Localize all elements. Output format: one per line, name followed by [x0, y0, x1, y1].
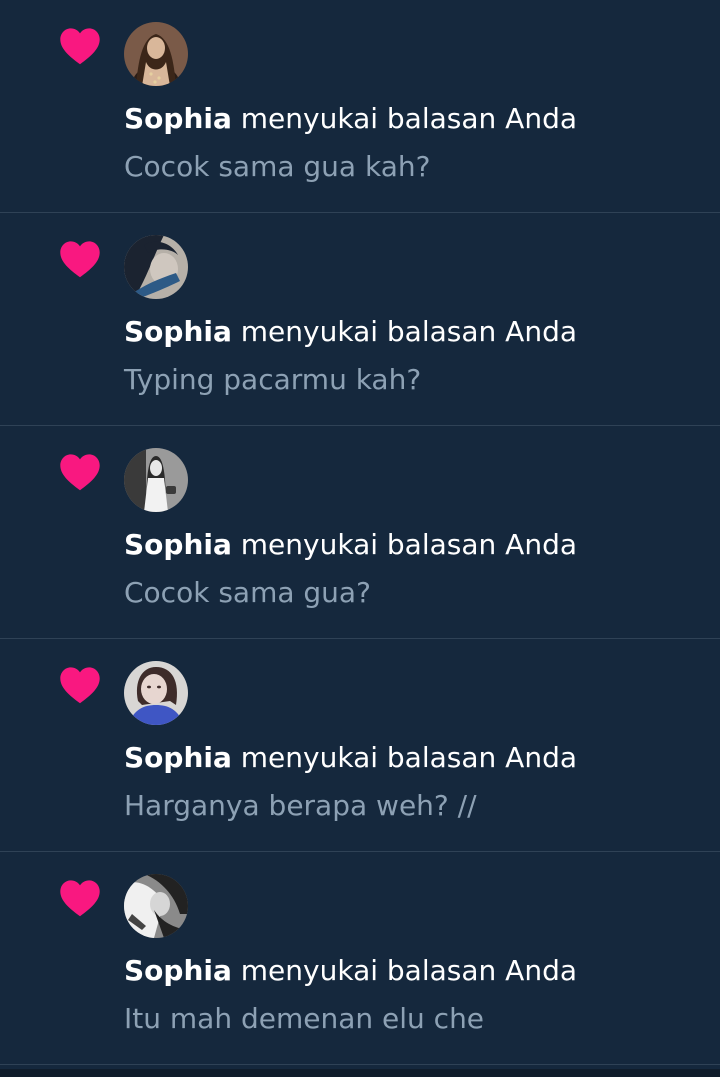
reply-preview: Cocok sama gua kah?	[124, 150, 431, 183]
user-name[interactable]: Sophia	[124, 102, 232, 135]
heart-icon	[59, 27, 101, 65]
action-text: menyukai balasan Anda	[240, 528, 577, 561]
action-text: menyukai balasan Anda	[240, 102, 577, 135]
notification-item[interactable]: Sophia menyukai balasan Anda Cocok sama …	[0, 426, 720, 639]
action-text: menyukai balasan Anda	[240, 954, 577, 987]
action-text: menyukai balasan Anda	[240, 315, 577, 348]
notification-item[interactable]: Sophia menyukai balasan Anda Cocok sama …	[0, 0, 720, 213]
notification-item[interactable]: Sophia menyukai balasan Anda Itu mah dem…	[0, 852, 720, 1065]
user-name[interactable]: Sophia	[124, 954, 232, 987]
notification-headline: Sophia menyukai balasan Anda	[124, 740, 577, 776]
user-name[interactable]: Sophia	[124, 315, 232, 348]
heart-icon	[59, 453, 101, 491]
notification-item[interactable]: Sophia menyukai balasan Anda Typing paca…	[0, 213, 720, 426]
heart-icon	[59, 879, 101, 917]
avatar[interactable]	[124, 874, 188, 938]
user-name[interactable]: Sophia	[124, 741, 232, 774]
avatar[interactable]	[124, 22, 188, 86]
reply-preview: Typing pacarmu kah?	[124, 363, 422, 396]
user-name[interactable]: Sophia	[124, 528, 232, 561]
heart-icon	[59, 240, 101, 278]
notifications-feed: Sophia menyukai balasan Anda Cocok sama …	[0, 0, 720, 1077]
reply-preview: Cocok sama gua?	[124, 576, 371, 609]
notification-headline: Sophia menyukai balasan Anda	[124, 953, 577, 989]
reply-preview: Harganya berapa weh? //	[124, 789, 477, 822]
notification-headline: Sophia menyukai balasan Anda	[124, 101, 577, 137]
action-text: menyukai balasan Anda	[240, 741, 577, 774]
bottom-edge	[0, 1069, 720, 1077]
notification-headline: Sophia menyukai balasan Anda	[124, 314, 577, 350]
notification-item[interactable]: Sophia menyukai balasan Anda Harganya be…	[0, 639, 720, 852]
avatar[interactable]	[124, 235, 188, 299]
avatar[interactable]	[124, 661, 188, 725]
avatar[interactable]	[124, 448, 188, 512]
notification-headline: Sophia menyukai balasan Anda	[124, 527, 577, 563]
reply-preview: Itu mah demenan elu che	[124, 1002, 485, 1035]
heart-icon	[59, 666, 101, 704]
